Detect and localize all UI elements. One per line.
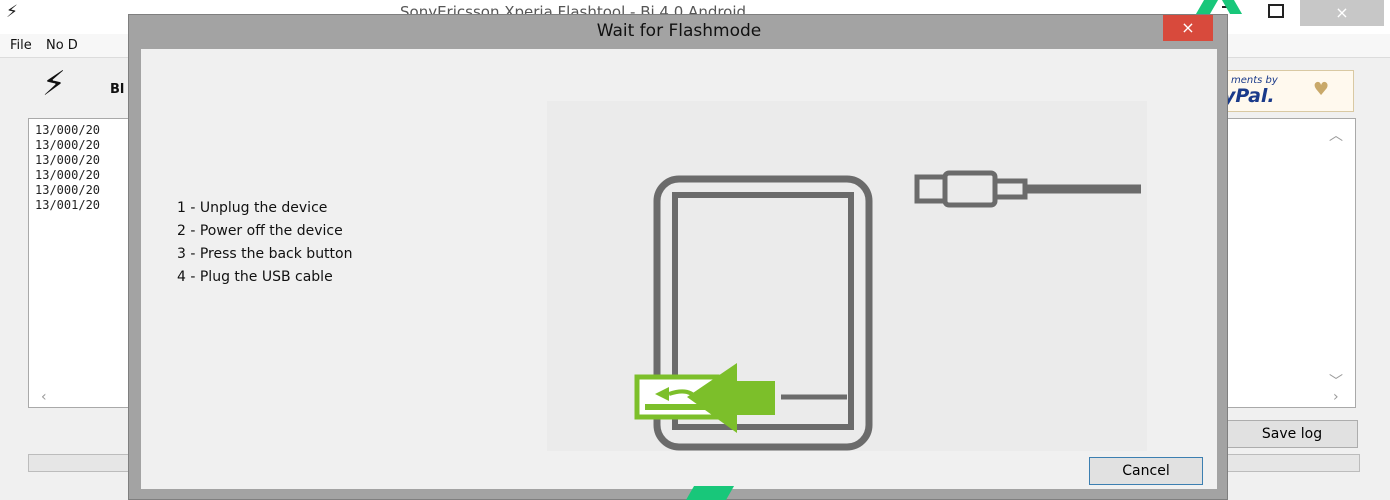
toolbar-label: Bl <box>110 82 125 97</box>
dialog-title: Wait for Flashmode <box>596 21 762 41</box>
log-line: 13/000/20 <box>35 183 101 197</box>
log-line: 13/001/20 <box>35 198 101 212</box>
bolt-icon: ⚡ <box>6 2 18 22</box>
instruction-step: 4 - Plug the USB cable <box>177 269 333 285</box>
menu-file[interactable]: File <box>10 38 32 53</box>
log-lines: 13/000/20 13/000/20 13/000/20 13/000/20 … <box>35 123 100 213</box>
scroll-right-icon[interactable]: › <box>1333 389 1339 405</box>
log-line: 13/000/20 <box>35 138 101 152</box>
instruction-list: 1 - Unplug the device 2 - Power off the … <box>177 197 352 289</box>
usb-cable-icon <box>914 170 1141 208</box>
heart-icon: ♥ <box>1313 79 1330 100</box>
scroll-down-icon[interactable]: ﹀ <box>1329 371 1343 391</box>
flashmode-dialog: Wait for Flashmode × 1 - Unplug the devi… <box>128 14 1228 500</box>
log-line: 13/000/20 <box>35 168 101 182</box>
scroll-up-icon[interactable]: ︿ <box>1329 125 1343 145</box>
scroll-left-icon[interactable]: ‹ <box>41 389 47 405</box>
arrow-left-icon <box>687 363 775 433</box>
log-line: 13/000/20 <box>35 153 101 167</box>
instruction-step: 3 - Press the back button <box>177 246 353 262</box>
flash-bolt-icon[interactable]: ⚡ <box>42 64 66 104</box>
instruction-step: 1 - Unplug the device <box>177 200 328 216</box>
phone-usb-illustration <box>634 170 1141 451</box>
dialog-close-button[interactable]: × <box>1163 15 1213 41</box>
log-line: 13/000/20 <box>35 123 101 137</box>
menu-no-device[interactable]: No D <box>46 38 78 53</box>
paypal-logo: yPal. <box>1223 85 1275 107</box>
watermark-shape <box>685 486 735 500</box>
maximize-icon[interactable] <box>1268 4 1284 18</box>
save-log-button[interactable]: Save log <box>1226 420 1358 448</box>
window-close-button[interactable]: × <box>1300 0 1384 26</box>
instruction-step: 2 - Power off the device <box>177 223 343 239</box>
flashmode-illustration <box>547 101 1147 451</box>
cancel-button[interactable]: Cancel <box>1089 457 1203 485</box>
dialog-body: 1 - Unplug the device 2 - Power off the … <box>141 49 1217 489</box>
